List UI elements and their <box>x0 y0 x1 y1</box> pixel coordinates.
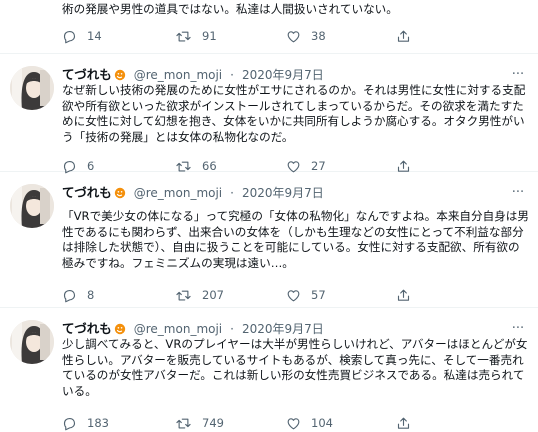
tweet-actions: 14 91 38 <box>62 27 482 45</box>
more-options-icon[interactable]: ··· <box>510 68 526 82</box>
heart-icon <box>286 29 301 44</box>
more-options-icon[interactable]: ··· <box>510 322 526 336</box>
like-count: 104 <box>311 416 333 430</box>
retweet-count: 207 <box>202 288 224 302</box>
retweet-icon <box>175 416 192 431</box>
separator: · <box>230 186 234 200</box>
retweet-icon <box>175 288 192 303</box>
tweet-header: てづれも @re_mon_moji · 2020年9月7日 <box>62 320 508 338</box>
reply-button[interactable]: 14 <box>62 27 102 45</box>
separator: · <box>230 68 234 82</box>
tweet-text: なぜ新しい技術の発展のために女性がエサにされるのか。それは男性に女性に対する支配… <box>62 83 526 144</box>
retweet-button[interactable]: 91 <box>175 27 217 45</box>
like-count: 27 <box>311 159 326 173</box>
reply-count: 8 <box>87 288 95 302</box>
tweet-actions: 8 207 57 <box>62 286 482 304</box>
like-button[interactable]: 38 <box>286 27 326 45</box>
user-handle[interactable]: @re_mon_moji <box>134 322 222 336</box>
heart-icon <box>286 416 301 431</box>
share-button[interactable] <box>396 286 411 304</box>
reply-count: 6 <box>87 159 95 173</box>
tweet-text: 「VRで美少女の体になる」って究極の「女体の私物化」なんですよね。本来自分自身は… <box>62 209 529 270</box>
like-count: 57 <box>311 288 326 302</box>
heart-icon <box>286 288 301 303</box>
retweet-count: 749 <box>202 416 224 430</box>
tweet[interactable]: てづれも @re_mon_moji · 2020年9月7日 ··· 「VRで美少… <box>0 172 538 308</box>
display-name[interactable]: てづれも <box>62 67 112 82</box>
like-button[interactable]: 104 <box>286 414 333 432</box>
avatar[interactable] <box>10 320 54 364</box>
reply-count: 14 <box>87 29 102 43</box>
tweet-header: てづれも @re_mon_moji · 2020年9月7日 <box>62 184 508 202</box>
reply-button[interactable]: 183 <box>62 414 109 432</box>
share-button[interactable] <box>396 27 411 45</box>
tweet-date[interactable]: 2020年9月7日 <box>242 186 324 200</box>
tweet-partial[interactable]: 術の発展や男性の道具ではない。私達は人間扱いされていない。 14 91 38 <box>0 0 538 54</box>
share-icon <box>396 29 411 44</box>
display-name[interactable]: てづれも <box>62 185 112 200</box>
like-count: 38 <box>311 29 326 43</box>
reply-button[interactable]: 8 <box>62 286 94 304</box>
retweet-button[interactable]: 749 <box>175 414 224 432</box>
tweet-text: 少し調べてみると、VRのプレイヤーは大半が男性らしいけれど、アバターはほとんどが… <box>62 337 528 398</box>
retweet-count: 91 <box>202 29 217 43</box>
share-icon <box>396 288 411 303</box>
tweet-text: 術の発展や男性の道具ではない。私達は人間扱いされていない。 <box>62 2 398 16</box>
more-options-icon[interactable]: ··· <box>510 186 526 200</box>
retweet-button[interactable]: 207 <box>175 286 224 304</box>
user-handle[interactable]: @re_mon_moji <box>134 186 222 200</box>
like-button[interactable]: 57 <box>286 286 326 304</box>
reply-icon <box>62 288 77 303</box>
share-icon <box>396 416 411 431</box>
tweet[interactable]: てづれも @re_mon_moji · 2020年9月7日 ··· 少し調べてみ… <box>0 308 538 432</box>
reply-icon <box>62 416 77 431</box>
tweet-date[interactable]: 2020年9月7日 <box>242 322 324 336</box>
tweet[interactable]: てづれも @re_mon_moji · 2020年9月7日 ··· なぜ新しい技… <box>0 54 538 173</box>
display-name[interactable]: てづれも <box>62 321 112 336</box>
reply-count: 183 <box>87 416 109 430</box>
separator: · <box>230 322 234 336</box>
avatar[interactable] <box>10 184 54 228</box>
retweet-count: 66 <box>202 159 217 173</box>
badge-icon <box>114 186 126 204</box>
user-handle[interactable]: @re_mon_moji <box>134 68 222 82</box>
tweet-header: てづれも @re_mon_moji · 2020年9月7日 <box>62 66 508 84</box>
retweet-icon <box>175 29 192 44</box>
tweet-actions: 183 749 104 <box>62 414 482 432</box>
tweet-date[interactable]: 2020年9月7日 <box>242 68 324 82</box>
reply-icon <box>62 29 77 44</box>
share-button[interactable] <box>396 414 411 432</box>
avatar[interactable] <box>10 66 54 110</box>
